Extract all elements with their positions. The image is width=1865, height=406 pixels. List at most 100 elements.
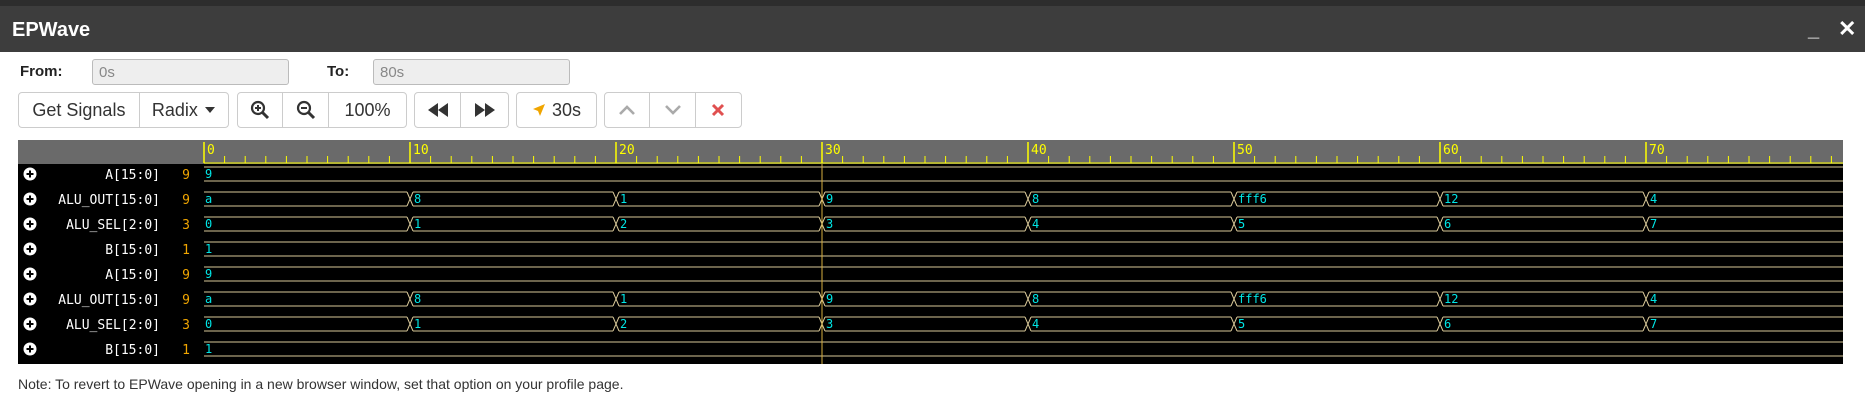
zoom-in-icon — [251, 100, 270, 120]
bus-value: 4 — [1032, 317, 1039, 331]
move-up-button[interactable] — [605, 93, 651, 127]
radix-dropdown[interactable]: Radix — [140, 93, 228, 127]
zoom-out-icon — [296, 100, 315, 120]
zoom-level-button[interactable]: 100% — [329, 93, 406, 127]
signal-current-value: 3 — [182, 318, 190, 333]
get-signals-label: Get Signals — [32, 99, 126, 120]
next-transition-button[interactable] — [461, 93, 508, 127]
ruler-label: 0 — [207, 143, 215, 158]
remove-signal-button[interactable] — [696, 93, 741, 127]
bus-value: 5 — [1238, 217, 1245, 231]
to-label: To: — [327, 63, 350, 80]
ruler-label: 60 — [1443, 143, 1459, 158]
fast-backward-icon — [427, 103, 448, 117]
bus-value: 9 — [205, 267, 212, 281]
bus-value: 1 — [414, 217, 421, 231]
expand-icon[interactable] — [23, 342, 37, 356]
chevron-up-icon — [619, 105, 636, 115]
expand-icon[interactable] — [23, 242, 37, 256]
expand-icon[interactable] — [23, 167, 37, 181]
location-arrow-icon — [532, 104, 545, 116]
minimize-button[interactable]: _ — [1808, 20, 1819, 40]
bus-value: 4 — [1650, 292, 1657, 306]
zoom-out-button[interactable] — [283, 93, 329, 127]
signal-name[interactable]: ALU_SEL[2:0] — [66, 218, 160, 233]
signal-name[interactable]: ALU_OUT[15:0] — [58, 193, 160, 208]
bus-value: 8 — [1032, 292, 1039, 306]
bus-value: a — [205, 192, 212, 206]
ruler-label: 10 — [413, 143, 429, 158]
expand-icon[interactable] — [23, 217, 37, 231]
signal-current-value: 9 — [182, 168, 190, 183]
cursor-time-group: 30s — [516, 92, 597, 128]
ruler-label: 30 — [825, 143, 841, 158]
expand-icon[interactable] — [23, 292, 37, 306]
expand-icon[interactable] — [23, 267, 37, 281]
from-label: From: — [20, 63, 63, 80]
window-title: EPWave — [12, 19, 91, 41]
bus-value: 1 — [205, 242, 212, 256]
signal-name[interactable]: A[15:0] — [105, 268, 160, 283]
previous-transition-button[interactable] — [415, 93, 462, 127]
bus-value: 4 — [1650, 192, 1657, 206]
caret-down-icon — [204, 107, 215, 113]
move-down-button[interactable] — [650, 93, 696, 127]
signal-name[interactable]: A[15:0] — [105, 168, 160, 183]
ruler-label: 70 — [1649, 143, 1665, 158]
signal-current-value: 9 — [182, 193, 190, 208]
zoom-in-button[interactable] — [238, 93, 284, 127]
bus-value: 3 — [826, 317, 833, 331]
cursor-time-button[interactable]: 30s — [517, 93, 596, 127]
signal-name[interactable]: ALU_SEL[2:0] — [66, 318, 160, 333]
signal-name[interactable]: ALU_OUT[15:0] — [58, 293, 160, 308]
signal-current-value: 1 — [182, 243, 190, 258]
bus-value: 9 — [205, 167, 212, 181]
ruler-label: 50 — [1237, 143, 1253, 158]
ruler-label: 40 — [1031, 143, 1047, 158]
bus-value: 12 — [1444, 192, 1458, 206]
bus-value: 1 — [414, 317, 421, 331]
expand-icon[interactable] — [23, 317, 37, 331]
signal-name[interactable]: B[15:0] — [105, 343, 160, 358]
bus-value: 9 — [826, 192, 833, 206]
bus-value: 0 — [205, 317, 212, 331]
zoom-button-group: 100% — [237, 92, 407, 128]
bus-value: 9 — [826, 292, 833, 306]
ruler-label: 20 — [619, 143, 635, 158]
bus-value: 8 — [414, 292, 421, 306]
bus-value: 2 — [620, 317, 627, 331]
time-ruler-background — [18, 140, 1843, 164]
remove-icon — [712, 103, 725, 117]
row-controls-group — [604, 92, 742, 128]
bus-value: 3 — [826, 217, 833, 231]
bus-value: a — [205, 292, 212, 306]
signal-current-value: 9 — [182, 268, 190, 283]
close-icon[interactable]: ✕ — [1838, 18, 1856, 40]
bus-value: 1 — [620, 192, 627, 206]
bus-value: 6 — [1444, 217, 1451, 231]
bus-value: 6 — [1444, 317, 1451, 331]
bus-value: 7 — [1650, 317, 1657, 331]
signal-current-value: 3 — [182, 218, 190, 233]
window-titlebar: EPWave _ ✕ — [0, 6, 1865, 52]
bus-value: 8 — [414, 192, 421, 206]
bus-value: 7 — [1650, 217, 1657, 231]
cursor-time-label: 30s — [551, 99, 582, 120]
signal-current-value: 1 — [182, 343, 190, 358]
bus-value: 2 — [620, 217, 627, 231]
waveform-viewer[interactable]: 0 10 20 30 40 50 60 70 A[15:0] 9 9ALU_OUT[15:0] 9 a… — [18, 140, 1843, 364]
bus-value: fff6 — [1238, 292, 1267, 306]
bus-value: 1 — [620, 292, 627, 306]
chevron-down-icon — [664, 105, 681, 115]
from-input[interactable] — [92, 59, 289, 85]
to-input[interactable] — [373, 59, 570, 85]
get-signals-button[interactable]: Get Signals — [19, 93, 140, 127]
signal-name[interactable]: B[15:0] — [105, 243, 160, 258]
navigate-button-group — [414, 92, 509, 128]
zoom-level-label: 100% — [344, 99, 391, 120]
bus-value: fff6 — [1238, 192, 1267, 206]
signal-current-value: 9 — [182, 293, 190, 308]
bus-value: 1 — [205, 342, 212, 356]
bus-value: 8 — [1032, 192, 1039, 206]
expand-icon[interactable] — [23, 192, 37, 206]
